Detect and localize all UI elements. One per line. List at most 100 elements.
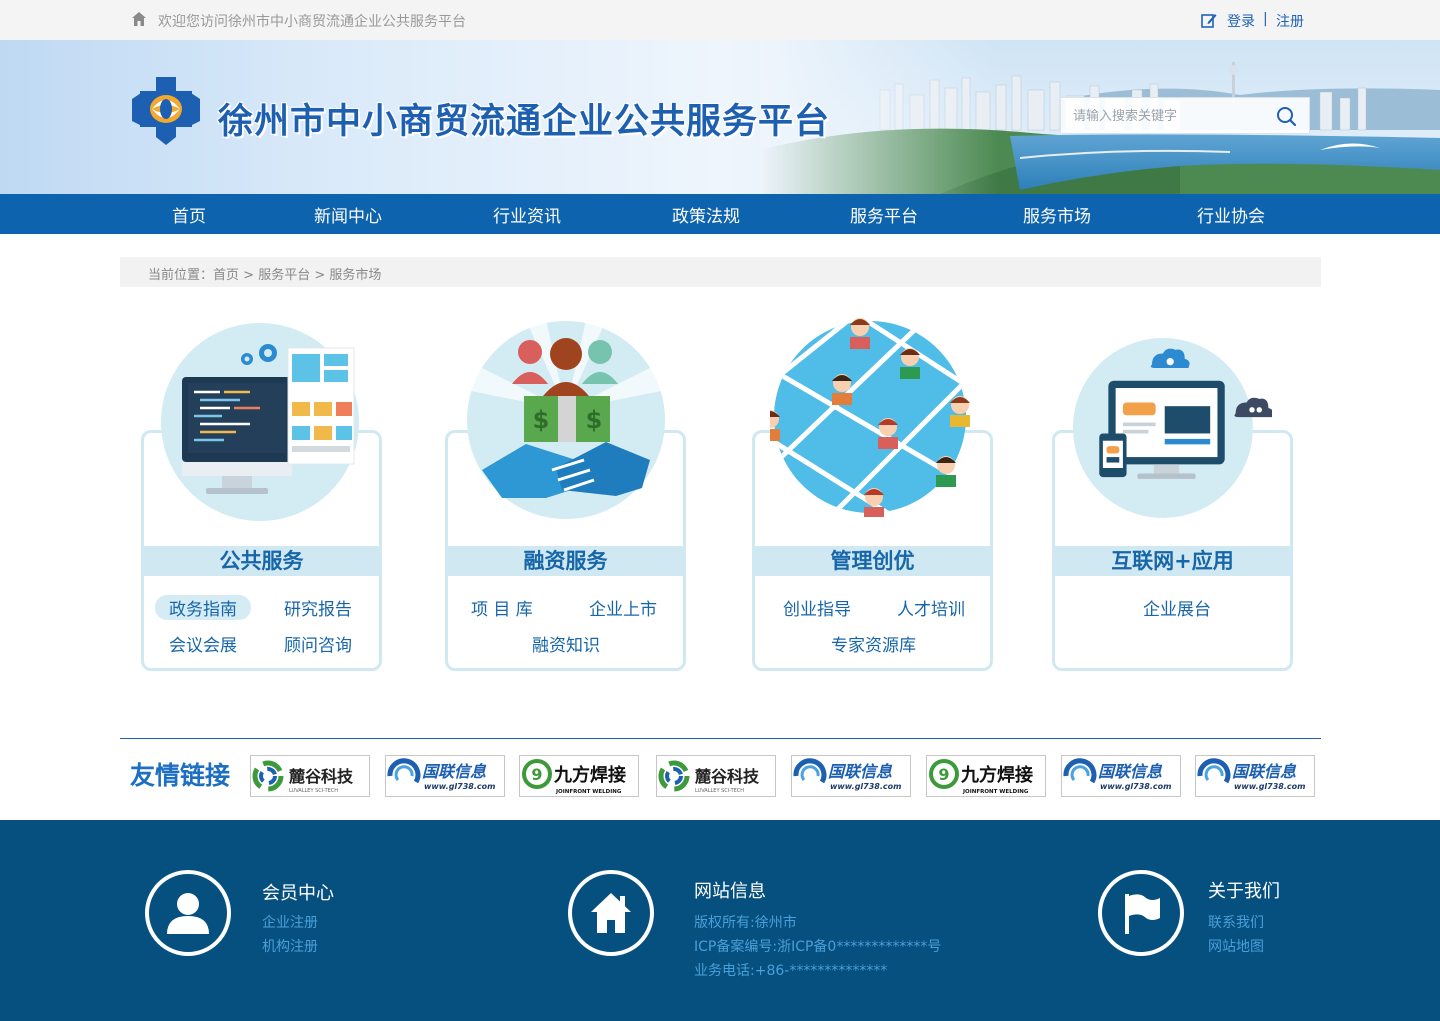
joinfront-logo: 9 九方焊接 JOINFRONT WELDING xyxy=(522,759,626,795)
search-input[interactable] xyxy=(1073,106,1263,126)
svg-text:九方焊接: 九方焊接 xyxy=(553,764,626,786)
link-conference-expo[interactable]: 会议会展 xyxy=(169,631,237,656)
footer-about-title: 关于我们 xyxy=(1208,881,1280,902)
breadcrumb-service-platform[interactable]: 服务平台 xyxy=(258,268,310,283)
card-title: 管理创优 xyxy=(830,549,915,573)
svg-text:www.gl738.com: www.gl738.com xyxy=(424,782,495,791)
welcome-text: 欢迎您访问徐州市中小商贸流通企业公共服务平台 xyxy=(158,14,466,30)
breadcrumb-separator: > xyxy=(310,268,330,283)
about-icon-circle xyxy=(1098,870,1184,956)
svg-text:麓谷科技: 麓谷科技 xyxy=(288,767,354,786)
nav-item-service-platform[interactable]: 服务平台 xyxy=(850,202,918,227)
footer-member-title: 会员中心 xyxy=(262,883,334,904)
search-box xyxy=(1060,97,1310,134)
search-icon[interactable] xyxy=(1275,105,1297,127)
link-research-report[interactable]: 研究报告 xyxy=(284,595,352,620)
card-title-bar: 管理创优 xyxy=(755,546,990,576)
computer-illustration xyxy=(161,323,359,521)
link-government-guide[interactable]: 政务指南 xyxy=(155,595,251,620)
nav-item-news[interactable]: 新闻中心 xyxy=(314,202,382,227)
nav-item-policy[interactable]: 政策法规 xyxy=(672,202,740,227)
site-title: 徐州市中小商贸流通企业公共服务平台 xyxy=(218,102,831,142)
link-enterprise-showcase[interactable]: 企业展台 xyxy=(1143,595,1211,620)
footer-link-sitemap[interactable]: 网站地图 xyxy=(1208,936,1264,956)
main-nav: 首页 新闻中心 行业资讯 政策法规 服务平台 服务市场 行业协会 xyxy=(0,194,1440,234)
breadcrumb-home[interactable]: 首页 xyxy=(213,268,239,283)
breadcrumb: 当前位置：首页 > 服务平台 > 服务市场 xyxy=(120,257,1321,287)
svg-text:国联信息: 国联信息 xyxy=(1098,762,1163,781)
svg-text:www.gl738.com: www.gl738.com xyxy=(1234,782,1305,791)
friend-links-title: 友情链接 xyxy=(130,761,231,790)
gl738-logo: 国联信息 www.gl738.com xyxy=(387,758,495,791)
svg-text:$: $ xyxy=(533,406,550,434)
svg-text:LUVALLEY SCI-TECH: LUVALLEY SCI-TECH xyxy=(289,788,338,794)
card-title: 融资服务 xyxy=(523,549,608,573)
house-icon xyxy=(591,893,631,933)
friend-link-luvalley[interactable]: 麓谷科技 LUVALLEY SCI-TECH xyxy=(250,755,370,797)
nav-item-service-market[interactable]: 服务市场 xyxy=(1023,202,1091,227)
friend-link-luvalley[interactable]: 麓谷科技 LUVALLEY SCI-TECH xyxy=(656,755,776,797)
nav-item-home[interactable]: 首页 xyxy=(172,202,206,227)
friend-link-gl738[interactable]: 国联信息 www.gl738.com xyxy=(1061,755,1181,797)
footer-link-enterprise-register[interactable]: 企业注册 xyxy=(262,912,318,932)
footer-phone: 业务电话:+86-************** xyxy=(694,963,888,979)
top-bar: 欢迎您访问徐州市中小商贸流通企业公共服务平台 登录 | 注册 xyxy=(0,0,1440,40)
svg-text:9: 9 xyxy=(531,765,542,784)
link-talent-training[interactable]: 人才培训 xyxy=(897,595,965,620)
footer-link-contact[interactable]: 联系我们 xyxy=(1208,912,1264,932)
gl738-logo: 国联信息 www.gl738.com xyxy=(1063,758,1171,791)
nav-item-association[interactable]: 行业协会 xyxy=(1197,202,1265,227)
breadcrumb-separator: > xyxy=(239,268,259,283)
login-link[interactable]: 登录 xyxy=(1227,11,1255,31)
gl738-logo: 国联信息 www.gl738.com xyxy=(1197,758,1305,791)
link-project-library[interactable]: 项 目 库 xyxy=(471,595,533,620)
footer: 会员中心 企业注册 机构注册 网站信息 版权所有:徐州市 ICP备案编号:浙IC… xyxy=(0,820,1440,1021)
member-icon-circle xyxy=(145,870,231,956)
card-title-bar: 融资服务 xyxy=(448,546,683,576)
nav-item-industry-info[interactable]: 行业资讯 xyxy=(493,202,561,227)
friend-link-gl738[interactable]: 国联信息 www.gl738.com xyxy=(385,755,505,797)
link-startup-guide[interactable]: 创业指导 xyxy=(783,595,851,620)
link-ipo[interactable]: 企业上市 xyxy=(589,595,657,620)
team-illustration xyxy=(770,318,970,517)
card-title: 公共服务 xyxy=(219,549,304,573)
card-title: 互联网+应用 xyxy=(1111,549,1234,573)
footer-copyright: 版权所有:徐州市 xyxy=(694,915,797,931)
card-title-bar: 公共服务 xyxy=(144,546,379,576)
svg-text:LUVALLEY SCI-TECH: LUVALLEY SCI-TECH xyxy=(695,788,744,794)
link-financing-knowledge[interactable]: 融资知识 xyxy=(532,631,600,656)
svg-text:九方焊接: 九方焊接 xyxy=(960,764,1033,786)
register-link[interactable]: 注册 xyxy=(1276,11,1304,31)
svg-text:国联信息: 国联信息 xyxy=(422,762,487,781)
friend-link-joinfront[interactable]: 9 九方焊接 JOINFRONT WELDING xyxy=(519,755,639,797)
footer-site-info-title: 网站信息 xyxy=(694,881,766,902)
flag-icon xyxy=(1125,894,1160,934)
card-title-bar: 互联网+应用 xyxy=(1055,546,1290,576)
luvalley-logo: 麓谷科技 LUVALLEY SCI-TECH xyxy=(658,760,760,794)
svg-text:国联信息: 国联信息 xyxy=(1232,762,1297,781)
user-icon xyxy=(167,893,209,934)
joinfront-logo: 9 九方焊接 JOINFRONT WELDING xyxy=(929,759,1033,795)
svg-text:国联信息: 国联信息 xyxy=(828,762,893,781)
home-icon xyxy=(132,12,146,26)
site-info-icon-circle xyxy=(568,870,654,956)
svg-text:$: $ xyxy=(586,406,603,434)
gl738-logo: 国联信息 www.gl738.com xyxy=(793,758,901,791)
breadcrumb-prefix: 当前位置： xyxy=(148,268,214,283)
link-consulting[interactable]: 顾问咨询 xyxy=(284,631,352,656)
footer-link-institution-register[interactable]: 机构注册 xyxy=(262,936,318,956)
friend-link-joinfront[interactable]: 9 九方焊接 JOINFRONT WELDING xyxy=(926,755,1046,797)
svg-text:www.gl738.com: www.gl738.com xyxy=(1100,782,1171,791)
internet-illustration xyxy=(1072,338,1272,518)
site-logo xyxy=(132,77,200,145)
header-banner: 徐州市中小商贸流通企业公共服务平台 xyxy=(0,40,1440,194)
breadcrumb-current: 服务市场 xyxy=(329,268,382,283)
svg-text:JOINFRONT WELDING: JOINFRONT WELDING xyxy=(555,789,622,795)
financing-illustration: $ $ xyxy=(466,320,666,519)
svg-text:9: 9 xyxy=(938,765,949,784)
footer-icp: ICP备案编号:浙ICP备0*************号 xyxy=(694,939,942,955)
friend-link-gl738[interactable]: 国联信息 www.gl738.com xyxy=(791,755,911,797)
friend-link-gl738[interactable]: 国联信息 www.gl738.com xyxy=(1195,755,1315,797)
link-expert-library[interactable]: 专家资源库 xyxy=(831,631,916,656)
friend-links-divider xyxy=(120,738,1321,739)
